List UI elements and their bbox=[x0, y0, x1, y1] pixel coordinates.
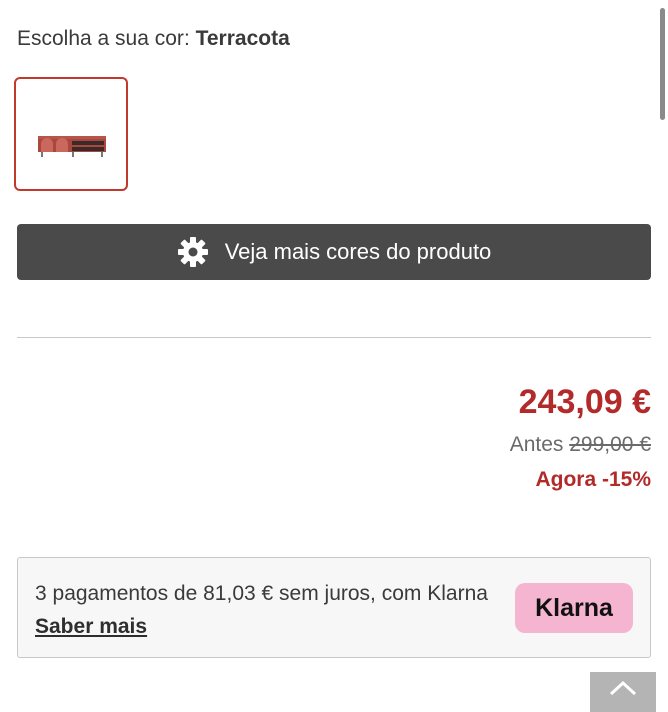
klarna-text-block: 3 pagamentos de 81,03 € sem juros, com K… bbox=[35, 577, 495, 643]
before-label: Antes bbox=[509, 433, 564, 456]
product-thumbnail-image bbox=[38, 136, 106, 157]
more-colors-button[interactable]: Veja mais cores do produto bbox=[17, 224, 651, 280]
scrollbar[interactable] bbox=[660, 8, 665, 120]
old-price: 299,00 € bbox=[569, 433, 651, 456]
discount-label: Agora -15% bbox=[535, 468, 651, 491]
chevron-up-icon bbox=[608, 680, 638, 712]
divider bbox=[17, 337, 651, 338]
color-selector-label: Escolha a sua cor: Terracota bbox=[17, 27, 290, 50]
color-swatch-terracota[interactable] bbox=[14, 77, 128, 191]
gear-icon bbox=[177, 236, 209, 268]
klarna-installments-text: 3 pagamentos de 81,03 € sem juros, com K… bbox=[35, 582, 488, 605]
scroll-to-top-button[interactable] bbox=[590, 672, 656, 712]
klarna-learn-more-link[interactable]: Saber mais bbox=[35, 615, 147, 638]
more-colors-label: Veja mais cores do produto bbox=[224, 239, 492, 264]
klarna-banner: 3 pagamentos de 81,03 € sem juros, com K… bbox=[17, 557, 651, 658]
current-price: 243,09 € bbox=[518, 383, 651, 421]
old-price-line: Antes 299,00 € bbox=[510, 433, 651, 457]
klarna-logo: Klarna bbox=[515, 583, 633, 633]
color-prefix: Escolha a sua cor bbox=[17, 27, 184, 50]
selected-color-name: Terracota bbox=[195, 27, 290, 50]
